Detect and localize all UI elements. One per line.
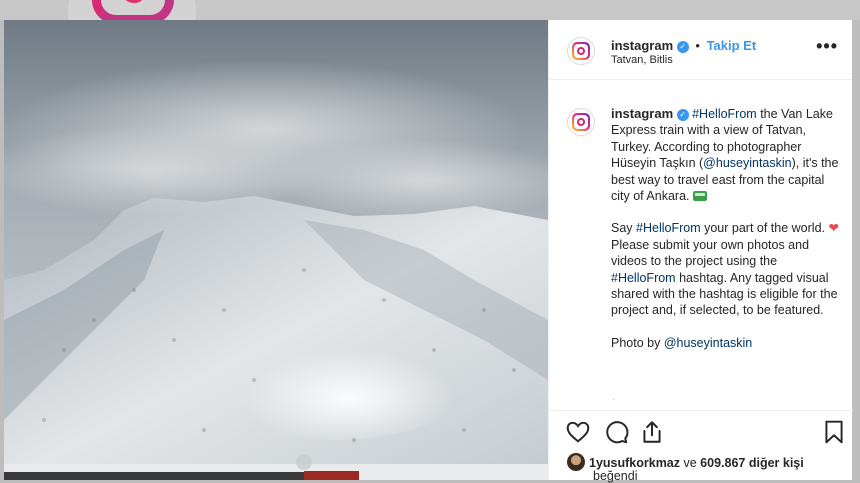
post-modal: instagram ✓ • Takip Et Tatvan, Bitlis ••… xyxy=(4,20,853,483)
separator-dot: • xyxy=(695,38,700,53)
caption-text: instagram ✓ #HelloFrom the Van Lake Expr… xyxy=(611,106,843,367)
instagram-logo-icon xyxy=(572,113,590,131)
caption-area: instagram ✓ #HelloFrom the Van Lake Expr… xyxy=(549,80,853,400)
post-header: instagram ✓ • Takip Et Tatvan, Bitlis ••… xyxy=(549,20,852,80)
post-time[interactable]: 1g xyxy=(611,398,623,400)
liker-avatar[interactable] xyxy=(567,453,585,471)
red-heart-emoji-icon: ❤ xyxy=(828,221,839,236)
heart-icon[interactable] xyxy=(565,419,591,445)
verified-badge-icon: ✓ xyxy=(676,109,689,121)
hashtag-link[interactable]: #HelloFrom xyxy=(636,221,701,235)
mention-link[interactable]: @huseyintaskin xyxy=(703,156,791,170)
header-username[interactable]: instagram xyxy=(611,38,673,53)
comment-icon[interactable] xyxy=(603,419,629,445)
more-options-icon[interactable]: ••• xyxy=(816,36,838,57)
mention-link[interactable]: @huseyintaskin xyxy=(664,336,752,350)
share-icon[interactable] xyxy=(639,419,665,445)
profile-avatar[interactable] xyxy=(567,37,595,65)
action-bar: 1yusufkorkmaz ve 609.867 diğer kişi beğe… xyxy=(549,410,853,483)
location-link[interactable]: Tatvan, Bitlis xyxy=(611,54,673,66)
likes-connector: ve xyxy=(680,456,701,470)
photo-credit-label: Photo by xyxy=(611,335,664,350)
follow-button[interactable]: Takip Et xyxy=(707,38,757,53)
hashtag-link[interactable]: #HelloFrom xyxy=(692,107,757,121)
header-user-line: instagram ✓ • Takip Et xyxy=(611,38,756,53)
mountain-photo-image xyxy=(4,20,548,480)
bookmark-icon[interactable] xyxy=(821,419,847,445)
caption-avatar[interactable] xyxy=(567,108,595,136)
caption-paragraph-2a: Say xyxy=(611,221,637,236)
post-sidebar: instagram ✓ • Takip Et Tatvan, Bitlis ••… xyxy=(548,20,853,483)
caption-paragraph-2c: Please submit your own photos and videos… xyxy=(611,237,810,269)
instagram-logo-icon xyxy=(572,42,590,60)
likes-count-link[interactable]: 609.867 diğer kişi xyxy=(700,456,804,470)
hashtag-link[interactable]: #HelloFrom xyxy=(611,271,676,285)
caption-paragraph-2b: your part of the world. xyxy=(700,221,825,236)
liker-username[interactable]: 1yusufkorkmaz xyxy=(589,456,680,470)
likes-suffix: beğendi xyxy=(593,469,638,483)
verified-badge-icon: ✓ xyxy=(676,41,689,53)
caption-username[interactable]: instagram xyxy=(611,106,673,121)
post-photo[interactable] xyxy=(4,20,548,480)
train-emoji-icon xyxy=(693,191,707,202)
